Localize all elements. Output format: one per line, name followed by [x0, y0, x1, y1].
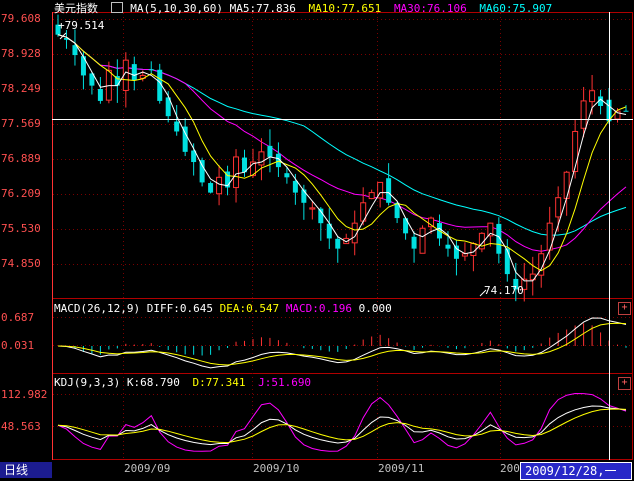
ma30-path	[57, 34, 627, 252]
price-ytick: 77.569	[1, 117, 41, 130]
kdj-d-path	[57, 408, 627, 444]
kdj-expand-button[interactable]: +	[618, 377, 631, 390]
price-ytick: 78.928	[1, 47, 41, 60]
date-axis-tick: 2009/09	[124, 462, 171, 475]
macd-header: MACD(26,12,9) DIFF:0.645 DEA:0.547 MACD:…	[54, 302, 392, 315]
kdj-d-value: D:77.341	[192, 376, 246, 389]
candle-body-down	[335, 238, 341, 249]
candle-body-down	[267, 145, 273, 157]
price-ytick: 76.889	[1, 152, 41, 165]
date-axis-tick: 2009/10	[253, 462, 300, 475]
candle-body-up	[233, 156, 240, 189]
price-ytick: 78.249	[1, 82, 41, 95]
candle-body-down	[208, 183, 214, 193]
ma-indicator-icon[interactable]	[110, 2, 123, 13]
candle-body-down	[292, 180, 298, 193]
grid-lines	[53, 13, 632, 459]
candle-body-up	[216, 176, 223, 195]
kdj-params[interactable]: KDJ(9,3,3)	[54, 376, 120, 389]
stock-chart-window: 美元指数 MA(5,10,30,60) MA5:77.836 MA10:77.6…	[0, 0, 634, 481]
date-axis-tick: 2009/11	[378, 462, 425, 475]
macd-histogram	[65, 323, 627, 356]
candle-body-down	[131, 64, 137, 81]
price-ytick: 74.850	[1, 257, 41, 270]
ma60-line	[57, 34, 627, 236]
macd-ytick: 0.687	[1, 311, 35, 324]
macd-ytick: 0.031	[1, 339, 35, 352]
macd-lines	[57, 317, 627, 369]
chart-canvas	[52, 12, 633, 460]
kdj-ytick: 48.563	[1, 420, 41, 433]
price-ytick: 76.209	[1, 187, 41, 200]
macd-diff-value: DIFF:0.645	[146, 302, 213, 315]
candle-body-down	[174, 121, 180, 132]
candle-body-up	[580, 100, 587, 129]
macd-params[interactable]: MACD(26,12,9)	[54, 302, 140, 315]
candle-body-down	[386, 178, 392, 203]
ma60-value: MA60:75.907	[479, 2, 553, 15]
candle-body-down	[453, 245, 459, 259]
ma30-line	[57, 34, 627, 252]
candle-body-up	[309, 207, 316, 210]
candlesticks	[55, 14, 629, 302]
kdj-k-value: K:68.790	[126, 376, 180, 389]
ma5-value: MA5:77.836	[229, 2, 296, 15]
instrument-title: 美元指数	[54, 2, 98, 15]
candle-body-up	[419, 227, 426, 254]
price-ytick: 75.530	[1, 222, 41, 235]
ma-params[interactable]: MA(5,10,30,60)	[130, 2, 223, 15]
date-axis-tick: 200	[500, 462, 520, 475]
candle-body-down	[199, 160, 205, 183]
candle-body-up	[258, 151, 265, 166]
kdj-header: KDJ(9,3,3) K:68.790 D:77.341 J:51.690	[54, 376, 311, 389]
candle-body-up	[555, 197, 562, 218]
ma5-path	[57, 34, 627, 282]
candle-body-up	[563, 171, 570, 199]
candle-body-down	[411, 236, 417, 249]
candle-body-up	[589, 90, 596, 103]
price-ytick: 79.608	[1, 12, 41, 25]
kdj-ytick: 112.982	[1, 388, 48, 401]
candle-body-up	[368, 192, 375, 200]
kdj-j-value: J:51.690	[258, 376, 312, 389]
candle-body-up	[470, 243, 477, 257]
ma60-path	[57, 34, 627, 236]
high-value-label: +79.514	[58, 19, 105, 32]
candle-body-down	[445, 244, 451, 249]
price-header: 美元指数 MA(5,10,30,60) MA5:77.836 MA10:77.6…	[54, 2, 552, 15]
kdj-lines	[57, 392, 627, 452]
candle-body-down	[623, 110, 629, 112]
candle-body-down	[504, 248, 510, 275]
macd-zero-value: 0.000	[358, 302, 392, 315]
macd-dea-value: DEA:0.547	[219, 302, 280, 315]
candle-body-down	[97, 89, 103, 101]
candle-body-down	[148, 69, 154, 71]
candle-body-down	[284, 173, 290, 178]
macd-bar-value: MACD:0.196	[285, 302, 353, 315]
macd-expand-button[interactable]: +	[618, 302, 631, 315]
ma5-line	[57, 34, 627, 282]
ma30-value: MA30:76.106	[393, 2, 467, 15]
low-value-label: 74.170	[484, 284, 524, 297]
kdj-k-path	[57, 405, 627, 446]
ma10-value: MA10:77.651	[308, 2, 382, 15]
period-tab-daily[interactable]: 日线	[0, 462, 52, 478]
cursor-date-label: 2009/12/28,一	[520, 462, 632, 480]
